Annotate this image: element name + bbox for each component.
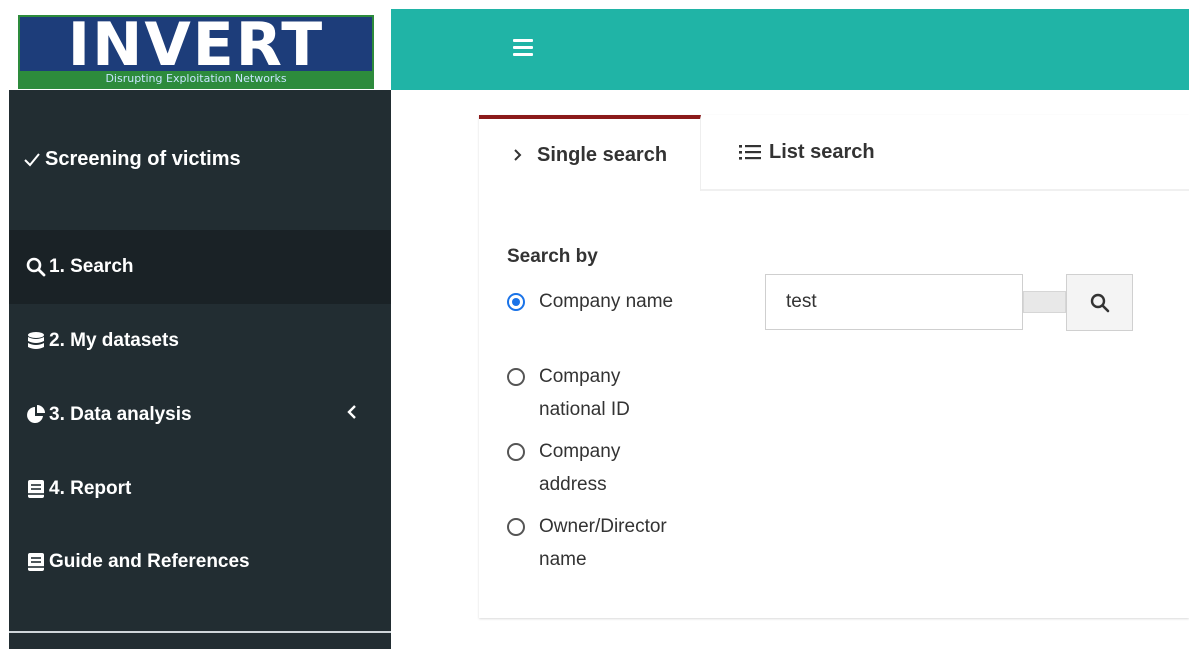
sidebar-header-label: Screening of victims	[23, 148, 241, 171]
brand-logo[interactable]: INVERT Disrupting Exploitation Networks	[9, 9, 391, 90]
tab-label: Single search	[537, 143, 668, 166]
radio-button[interactable]	[507, 293, 525, 311]
sidebar-item-label: 1. Search	[49, 256, 134, 277]
radio-owner-director-name[interactable]: Owner/Director name	[507, 514, 689, 576]
logo-tagline: Disrupting Exploitation Networks	[20, 71, 372, 87]
book-icon	[25, 478, 47, 500]
radio-button[interactable]	[507, 518, 525, 536]
search-panel: Single search List search Search by Comp…	[479, 115, 1189, 618]
book-icon	[25, 551, 47, 573]
sidebar-header: Screening of victims	[9, 90, 391, 230]
sidebar-item-label: 2. My datasets	[49, 330, 179, 351]
chevron-left-icon[interactable]	[347, 404, 357, 425]
tab-list-search[interactable]: List search	[739, 115, 875, 189]
tab-bar: Single search List search	[479, 115, 1189, 191]
sidebar-divider	[9, 631, 391, 633]
check-icon	[24, 152, 40, 166]
chevron-right-icon	[514, 149, 522, 161]
sidebar: Screening of victims 1. Search 2. My dat…	[9, 90, 391, 649]
radio-button[interactable]	[507, 443, 525, 461]
sidebar-item-label: 4. Report	[49, 478, 132, 499]
sidebar-item-label: 3. Data analysis	[49, 404, 192, 425]
radio-company-address[interactable]: Company address	[507, 439, 689, 501]
hamburger-menu-icon[interactable]	[513, 39, 535, 59]
database-icon	[25, 330, 47, 352]
list-icon	[739, 145, 761, 160]
radio-company-national-id[interactable]: Company national ID	[507, 364, 689, 426]
logo-wordmark: INVERT	[67, 10, 325, 80]
sidebar-header-text: Screening of victims	[45, 148, 241, 170]
sidebar-item-data-analysis[interactable]: 3. Data analysis	[9, 378, 391, 452]
sidebar-item-my-datasets[interactable]: 2. My datasets	[9, 304, 391, 378]
radio-button[interactable]	[507, 368, 525, 386]
tab-single-search[interactable]: Single search	[479, 115, 701, 191]
search-input[interactable]	[765, 274, 1023, 330]
radio-label: Owner/Director name	[539, 516, 667, 570]
radio-label: Company national ID	[539, 366, 630, 420]
radio-label: Company name	[539, 291, 674, 312]
search-button[interactable]	[1066, 274, 1133, 331]
sidebar-item-guide[interactable]: Guide and References	[9, 525, 391, 599]
sidebar-item-report[interactable]: 4. Report	[9, 452, 391, 526]
input-addon	[1023, 291, 1066, 313]
sidebar-item-label: Guide and References	[49, 551, 250, 572]
sidebar-item-search[interactable]: 1. Search	[9, 230, 391, 304]
search-by-heading: Search by	[507, 246, 598, 267]
tab-label: List search	[769, 140, 875, 163]
pie-chart-icon	[25, 404, 47, 426]
logo-badge: INVERT Disrupting Exploitation Networks	[18, 10, 374, 89]
radio-label: Company address	[539, 441, 621, 495]
top-navbar	[391, 9, 1189, 90]
radio-company-name[interactable]: Company name	[507, 289, 689, 318]
search-icon	[25, 256, 47, 278]
search-icon	[1090, 293, 1109, 312]
